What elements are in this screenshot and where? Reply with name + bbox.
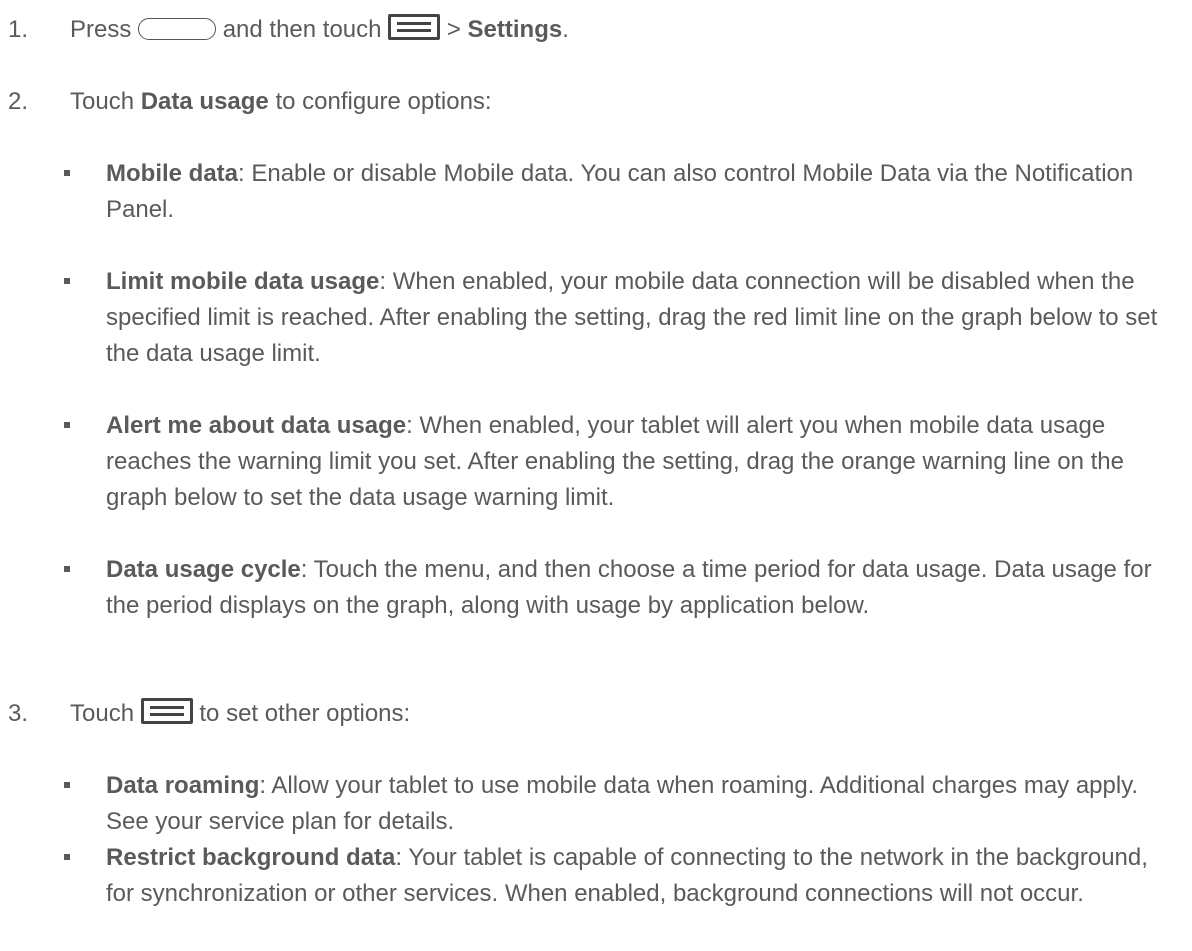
step-2: 2. Touch Data usage to configure options: bbox=[8, 84, 1172, 120]
bullet-limit-mobile-data: Limit mobile data usage: When enabled, y… bbox=[64, 264, 1174, 372]
menu-icon bbox=[388, 14, 441, 40]
bullet-square-icon bbox=[64, 854, 70, 860]
settings-label: Settings bbox=[467, 16, 563, 43]
bullet-title: Limit mobile data usage bbox=[106, 268, 380, 295]
step-text: Touch bbox=[70, 700, 135, 727]
step-text: Press bbox=[70, 16, 132, 43]
menu-icon bbox=[140, 698, 193, 724]
home-button-icon bbox=[138, 18, 217, 40]
step-text: . bbox=[562, 16, 569, 43]
bullet-data-roaming: Data roaming: Allow your tablet to use m… bbox=[64, 768, 1174, 840]
bullet-title: Mobile data bbox=[106, 160, 239, 187]
bullet-square-icon bbox=[64, 566, 70, 572]
bullet-square-icon bbox=[64, 782, 70, 788]
step-1: 1. Press and then touch > Settings. bbox=[8, 12, 1172, 48]
bullet-text: : Allow your tablet to use mobile data w… bbox=[106, 772, 1139, 835]
bullet-square-icon bbox=[64, 278, 70, 284]
bullet-alert-data-usage: Alert me about data usage: When enabled,… bbox=[64, 408, 1174, 516]
bullet-square-icon bbox=[64, 170, 70, 176]
bullet-square-icon bbox=[64, 422, 70, 428]
step-text: > bbox=[446, 16, 461, 43]
step-number: 1. bbox=[8, 16, 29, 43]
step-text: to configure options: bbox=[275, 88, 492, 115]
bullet-title: Data usage cycle bbox=[106, 556, 301, 583]
step-text: Touch bbox=[70, 88, 135, 115]
step-number: 3. bbox=[8, 700, 29, 727]
bullet-data-usage-cycle: Data usage cycle: Touch the menu, and th… bbox=[64, 552, 1174, 624]
bullet-mobile-data: Mobile data: Enable or disable Mobile da… bbox=[64, 156, 1174, 228]
bullet-title: Data roaming bbox=[106, 772, 260, 799]
step-3: 3. Touch to set other options: bbox=[8, 696, 1172, 732]
step-number: 2. bbox=[8, 88, 29, 115]
data-usage-label: Data usage bbox=[140, 88, 269, 115]
bullet-title: Restrict background data bbox=[106, 844, 396, 871]
bullet-title: Alert me about data usage bbox=[106, 412, 407, 439]
step-text: to set other options: bbox=[199, 700, 411, 727]
bullet-restrict-background-data: Restrict background data: Your tablet is… bbox=[64, 840, 1174, 912]
step-text: and then touch bbox=[222, 16, 382, 43]
bullet-text: : Enable or disable Mobile data. You can… bbox=[106, 160, 1134, 223]
